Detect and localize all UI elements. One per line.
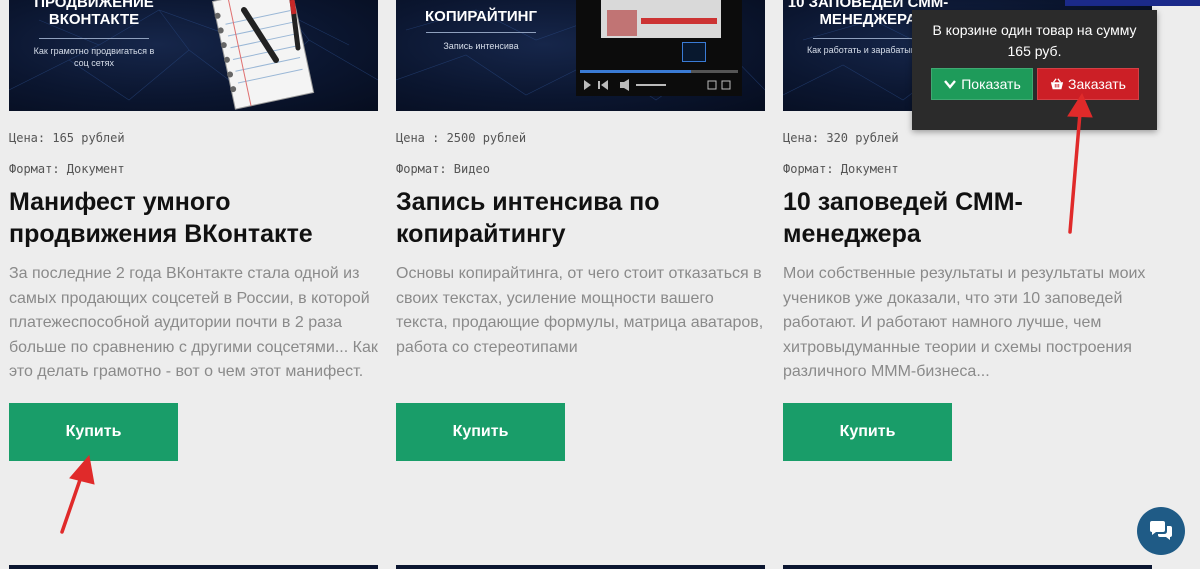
thumbnail-subtitle: Как грамотно продвигаться в соц сетях bbox=[33, 46, 155, 68]
corner-banner bbox=[1065, 0, 1200, 6]
product-thumbnail[interactable]: ПРОДВИЖЕНИЕ ВКОНТАКТЕ Как грамотно продв… bbox=[9, 0, 378, 111]
product-title[interactable]: Манифест умного продвижения ВКонтакте bbox=[9, 186, 378, 250]
product-description: Основы копирайтинга, от чего стоит отказ… bbox=[396, 265, 764, 356]
thumbnail-divider bbox=[426, 32, 536, 33]
arrow-to-buy-button bbox=[60, 472, 84, 534]
product-description: За последние 2 года ВКонтакте стала одно… bbox=[9, 265, 378, 380]
thumbnail-subtitle: Запись интенсива bbox=[443, 41, 519, 51]
order-label: Заказать bbox=[1068, 76, 1126, 92]
product-price: Цена: 165 рублей bbox=[9, 131, 125, 145]
notebook-pen-icon bbox=[211, 0, 315, 110]
buy-button[interactable]: Купить bbox=[9, 403, 178, 461]
next-card-preview bbox=[783, 565, 1152, 569]
order-button[interactable]: Заказать bbox=[1037, 68, 1139, 100]
product-title[interactable]: Запись интенсива по копирайтингу bbox=[396, 186, 765, 250]
cart-message: В корзине один товар на сумму 165 руб. bbox=[932, 22, 1137, 59]
thumbnail-title: КОПИРАЙТИНГ bbox=[425, 8, 537, 25]
product-thumbnail[interactable]: КОПИРАЙТИНГ Запись интенсива bbox=[396, 0, 765, 111]
chat-button[interactable] bbox=[1137, 507, 1185, 555]
cart-popup: В корзине один товар на сумму 165 руб. П… bbox=[912, 10, 1157, 130]
thumbnail-title: ПРОДВИЖЕНИЕ ВКОНТАКТЕ bbox=[34, 0, 154, 28]
product-price: Цена: 320 рублей bbox=[783, 131, 899, 145]
chevron-down-icon bbox=[943, 77, 957, 91]
product-title[interactable]: 10 заповедей СММ-менеджера bbox=[783, 186, 1152, 250]
video-player-preview bbox=[576, 0, 742, 96]
product-price: Цена : 2500 рублей bbox=[396, 131, 527, 145]
thumbnail-divider bbox=[813, 38, 923, 39]
basket-icon bbox=[1050, 77, 1064, 91]
player-controls-icon bbox=[584, 79, 731, 91]
product-format: Формат: Видео bbox=[396, 162, 490, 176]
video-progress-bar bbox=[580, 70, 738, 73]
product-format: Формат: Документ bbox=[9, 162, 125, 176]
chat-bubbles-icon bbox=[1150, 521, 1172, 540]
video-thumbnail-hover bbox=[682, 42, 706, 62]
show-cart-button[interactable]: Показать bbox=[931, 68, 1033, 100]
thumbnail-divider bbox=[39, 38, 149, 39]
video-frame bbox=[601, 0, 721, 38]
next-card-preview bbox=[9, 565, 378, 569]
buy-button[interactable]: Купить bbox=[396, 403, 565, 461]
next-card-preview bbox=[396, 565, 765, 569]
show-cart-label: Показать bbox=[961, 76, 1021, 92]
product-description: Мои собственные результаты и результаты … bbox=[783, 265, 1146, 380]
buy-button[interactable]: Купить bbox=[783, 403, 952, 461]
product-format: Формат: Документ bbox=[783, 162, 899, 176]
